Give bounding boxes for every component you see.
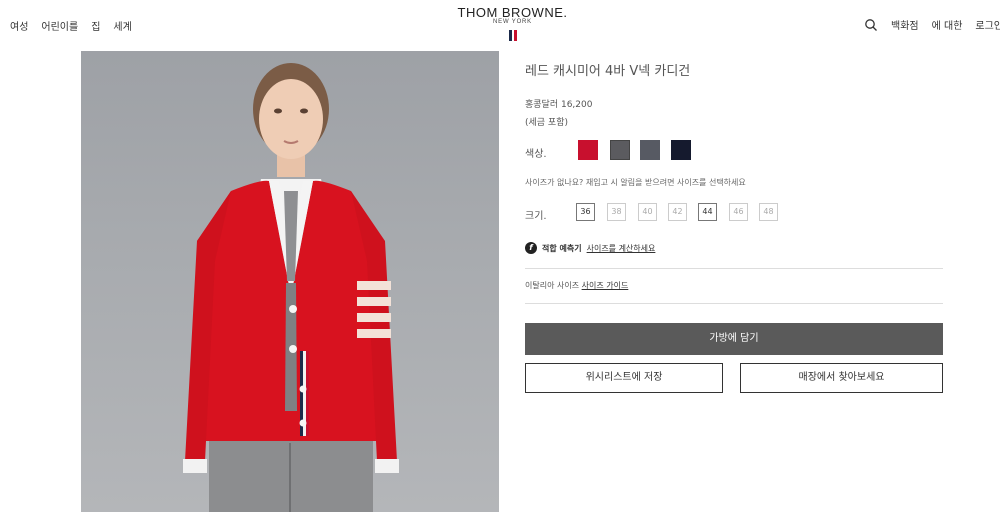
size-guide-link[interactable]: 사이즈 가이드: [582, 281, 629, 290]
fit-predictor-icon: f: [525, 242, 537, 254]
italian-size-text: 이탈리아 사이즈: [525, 281, 580, 290]
divider: [525, 268, 943, 269]
divider: [525, 303, 943, 304]
size-option[interactable]: 46: [729, 203, 748, 221]
nav-about[interactable]: 에 대한: [932, 17, 963, 32]
size-option[interactable]: 44: [698, 203, 717, 221]
size-option[interactable]: 48: [759, 203, 778, 221]
size-label: 크기.: [525, 211, 547, 222]
size-option[interactable]: 36: [576, 203, 595, 221]
logo-text: THOM BROWNE.: [457, 5, 568, 20]
product-photo-illustration: [183, 63, 399, 512]
product-image[interactable]: [81, 51, 499, 512]
nav-women[interactable]: 여성: [10, 18, 28, 33]
color-swatch-grey[interactable]: [640, 140, 660, 160]
size-guide-row: 이탈리아 사이즈 사이즈 가이드: [525, 280, 628, 291]
product-price: 홍콩달러 16,200: [525, 100, 593, 110]
color-swatch-red[interactable]: [578, 140, 598, 160]
add-to-bag-button[interactable]: 가방에 담기: [525, 323, 943, 355]
search-icon[interactable]: [864, 18, 878, 32]
size-option[interactable]: 40: [638, 203, 657, 221]
color-swatch-navy[interactable]: [671, 140, 691, 160]
fit-predictor-label: 적합 예측기: [542, 243, 582, 253]
color-label: 색상.: [525, 149, 547, 160]
size-option[interactable]: 38: [607, 203, 626, 221]
site-header: 여성 어린이를 집 세계 THOM BROWNE. NEW YORK 백화점 에…: [0, 0, 1000, 48]
nav-stores[interactable]: 백화점: [891, 17, 919, 32]
nav-login[interactable]: 로그인: [975, 17, 1000, 32]
calculate-size-link[interactable]: 사이즈를 계산하세요: [587, 243, 656, 254]
logo-stripes: [450, 30, 575, 41]
nav-world[interactable]: 세계: [113, 18, 131, 33]
color-swatch-charcoal[interactable]: [610, 140, 630, 160]
fit-predictor: f 적합 예측기 사이즈를 계산하세요: [525, 242, 655, 254]
product-title: 레드 캐시미어 4바 V넥 카디건: [525, 64, 691, 79]
size-option[interactable]: 42: [668, 203, 687, 221]
size-hint: 사이즈가 없나요? 재입고 시 알림을 받으려면 사이즈를 선택하세요: [525, 178, 746, 187]
utility-nav: 백화점 에 대한 로그인: [864, 17, 1000, 32]
brand-logo[interactable]: THOM BROWNE. NEW YORK: [450, 5, 575, 41]
tax-note: (세금 포함): [525, 118, 569, 128]
nav-kids[interactable]: 어린이를: [41, 18, 78, 33]
nav-home[interactable]: 집: [91, 18, 100, 33]
main-nav: 여성 어린이를 집 세계: [10, 18, 132, 33]
find-in-store-button[interactable]: 매장에서 찾아보세요: [740, 363, 943, 393]
wishlist-button[interactable]: 위시리스트에 저장: [525, 363, 723, 393]
